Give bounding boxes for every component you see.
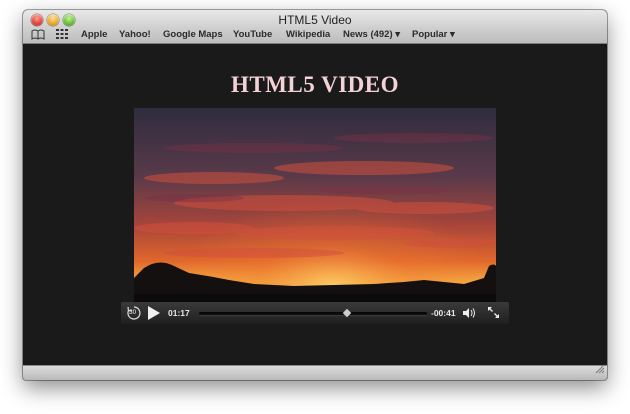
page-content: HTML5 VIDEO 30 01:17 -00:41: [23, 44, 607, 366]
bookmark-google-maps[interactable]: Google Maps: [163, 29, 223, 40]
resize-grip-icon[interactable]: [594, 361, 605, 379]
skip-back-seconds-label: 30: [129, 309, 137, 316]
video-controls: 30 01:17 -00:41: [121, 302, 509, 324]
video-frame[interactable]: [134, 108, 496, 304]
bookmark-folder-news[interactable]: News (492) ▾: [343, 29, 400, 40]
open-book-icon[interactable]: [31, 29, 45, 43]
play-icon[interactable]: [147, 306, 160, 322]
elapsed-time: 01:17: [168, 308, 190, 318]
scrubber-handle[interactable]: [342, 308, 352, 318]
bookmark-youtube[interactable]: YouTube: [233, 29, 272, 40]
bookmark-yahoo[interactable]: Yahoo!: [119, 29, 151, 40]
skip-back-30-icon[interactable]: 30: [126, 305, 142, 321]
bookmark-folder-popular[interactable]: Popular ▾: [412, 29, 455, 40]
page-title: HTML5 VIDEO: [230, 72, 400, 97]
browser-window: HTML5 Video Apple Yahoo! Google Maps You…: [23, 10, 607, 380]
speaker-icon[interactable]: [462, 307, 476, 321]
bookmarks-bar: Apple Yahoo! Google Maps YouTube Wikiped…: [23, 28, 607, 42]
scrubber-track[interactable]: [199, 308, 427, 318]
title-bar: HTML5 Video Apple Yahoo! Google Maps You…: [23, 10, 607, 44]
window-title: HTML5 Video: [278, 13, 352, 27]
status-bar: [23, 364, 607, 380]
fullscreen-icon[interactable]: [487, 306, 500, 321]
bookmark-wikipedia[interactable]: Wikipedia: [286, 29, 330, 40]
remaining-time: -00:41: [431, 308, 456, 318]
bookmark-apple[interactable]: Apple: [81, 29, 107, 40]
sunset-video-image: [134, 108, 496, 304]
grid-icon[interactable]: [56, 29, 68, 42]
